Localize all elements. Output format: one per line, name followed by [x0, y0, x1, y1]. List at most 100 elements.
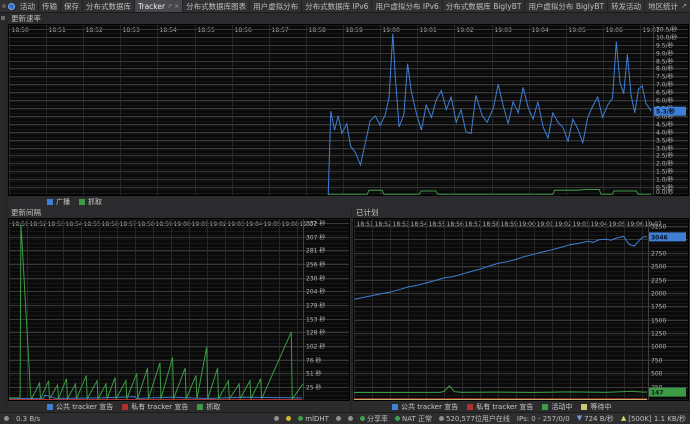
legend-label: 私有 tracker 宣告 — [476, 402, 533, 412]
panel-title-scheduled: 已计划 — [352, 207, 690, 218]
legend-label: 活动中 — [551, 402, 572, 412]
svg-text:19:03: 19:03 — [228, 221, 245, 228]
status-dot-icon — [395, 416, 400, 421]
status-item-up-speed[interactable]: ▲[500K] 1.1 KB/秒 — [621, 414, 686, 424]
tab-1[interactable]: 传输 — [39, 0, 61, 12]
interval-series-public-tracker-announces — [9, 395, 302, 398]
status-item-down-speed[interactable]: ▼724 B/秒 — [577, 414, 614, 424]
svg-text:9.5/秒: 9.5/秒 — [656, 42, 674, 50]
interval-legend-item: 私有 tracker 宣告 — [122, 402, 188, 412]
svg-text:1500: 1500 — [651, 318, 666, 325]
status-bar: 0.3 B/s mlDHT 分享率 NAT 正常 520,577位用户在线 IPs: 0… — [0, 412, 690, 424]
scheduled-legend-item: 公共 tracker 宣告 — [392, 402, 458, 412]
svg-text:204 秒: 204 秒 — [306, 288, 325, 296]
tab-4-active[interactable]: Tracker↗× — [135, 0, 183, 12]
interval-legend-item: 公共 tracker 宣告 — [47, 402, 113, 412]
legend-label: 私有 tracker 宣告 — [131, 402, 188, 412]
svg-text:18:55: 18:55 — [198, 27, 215, 34]
svg-text:18:51: 18:51 — [12, 221, 29, 228]
svg-text:18:59: 18:59 — [346, 27, 363, 34]
warning-icon — [286, 416, 291, 421]
scheduled-legend-item: 等待中 — [581, 402, 611, 412]
tab-label: 用户虚拟分布 IPv6 — [375, 1, 438, 12]
tab-2[interactable]: 保存 — [61, 0, 83, 12]
tab-5[interactable]: 分布式数据库图表 — [183, 0, 250, 12]
panel-scheduled: 已计划 18:5118:5218:5318:5418:5518:5618:571… — [352, 207, 690, 412]
tab-label: 用户虚拟分布 — [253, 1, 298, 12]
status-item-ip-count[interactable]: IPs: 0 - 257/0/0 — [517, 415, 570, 423]
tab-7[interactable]: 分布式数据库 IPv6 — [302, 0, 372, 12]
tab-popout-icon[interactable]: ↗ — [167, 3, 172, 10]
rail-handle-icon[interactable] — [1, 16, 5, 20]
svg-text:19:06: 19:06 — [282, 221, 299, 228]
svg-text:750: 750 — [651, 358, 663, 365]
tab-label: 活动 — [20, 1, 35, 12]
svg-text:5.3/秒: 5.3/秒 — [656, 108, 675, 116]
legend-color-swatch — [47, 404, 53, 410]
status-item-online-users[interactable]: 520,577位用户在线 — [439, 414, 510, 424]
tab-6[interactable]: 用户虚拟分布 — [250, 0, 302, 12]
svg-text:18:59: 18:59 — [156, 221, 173, 228]
svg-text:8.5/秒: 8.5/秒 — [656, 58, 674, 66]
main-area: 更新速率 18:5018:5118:5218:5318:5418:5518:56… — [0, 13, 690, 412]
scheduled-legend-item: 私有 tracker 宣告 — [467, 402, 533, 412]
interval-chart-canvas: 18:5118:5218:5318:5418:5518:5618:5718:58… — [9, 219, 349, 400]
status-item-swarm-status[interactable] — [348, 416, 353, 421]
arrows-icon — [348, 416, 353, 421]
status-item-share-ratio[interactable]: 分享率 — [360, 414, 388, 424]
detach-view-icon[interactable]: ↗ — [681, 2, 687, 10]
svg-text:19:05: 19:05 — [264, 221, 281, 228]
status-item-nat-status[interactable]: NAT 正常 — [395, 414, 432, 424]
legend-color-swatch — [122, 404, 128, 410]
tab-10[interactable]: 用户虚拟分布 BiglyBT — [525, 0, 608, 12]
svg-text:153 秒: 153 秒 — [306, 316, 325, 324]
tab-0[interactable]: 活动 — [17, 0, 39, 12]
app-logo-icon — [8, 3, 15, 10]
status-item-label: [500K] 1.1 KB/秒 — [628, 414, 686, 424]
tab-label: 保存 — [64, 1, 79, 12]
legend-color-swatch — [197, 404, 203, 410]
status-item-alerts[interactable] — [274, 416, 279, 421]
tab-12[interactable]: 地区统计 — [645, 0, 678, 12]
tab-9[interactable]: 分布式数据库 BiglyBT — [443, 0, 526, 12]
tab-close-icon[interactable]: × — [174, 3, 179, 10]
svg-text:307 秒: 307 秒 — [306, 234, 325, 242]
scheduled-chart: 18:5118:5218:5318:5418:5518:5618:5718:58… — [353, 218, 689, 401]
status-left: 0.3 B/s — [4, 415, 40, 423]
dht-plug-icon — [298, 416, 303, 421]
status-item-ip-status[interactable] — [336, 416, 341, 421]
svg-text:19:01: 19:01 — [420, 27, 437, 34]
tab-label: 用户虚拟分布 BiglyBT — [528, 1, 604, 12]
tab-8[interactable]: 用户虚拟分布 IPv6 — [372, 0, 442, 12]
svg-text:19:02: 19:02 — [457, 27, 474, 34]
status-item-dht-status[interactable]: mlDHT — [298, 415, 329, 423]
svg-text:500: 500 — [651, 371, 663, 378]
status-dot-icon — [360, 416, 365, 421]
svg-text:18:54: 18:54 — [160, 27, 177, 34]
scheduled-legend: 公共 tracker 宣告 私有 tracker 宣告 活动中等待中 — [352, 401, 690, 412]
tab-11[interactable]: 转发活动 — [608, 0, 645, 12]
tab-label: 分布式数据库 IPv6 — [305, 1, 368, 12]
svg-text:18:54: 18:54 — [66, 221, 83, 228]
tab-3[interactable]: 分布式数据库 — [83, 0, 135, 12]
legend-color-swatch — [542, 404, 548, 410]
update-rate-chart: 18:5018:5118:5218:5318:5418:5518:5618:57… — [8, 24, 689, 196]
tab-label: 分布式数据库图表 — [186, 1, 246, 12]
tab-label: 分布式数据库 — [86, 1, 131, 12]
sidebar-toggle-icon[interactable] — [2, 4, 6, 8]
svg-text:18:52: 18:52 — [86, 27, 103, 34]
svg-text:230 秒: 230 秒 — [306, 275, 325, 283]
legend-color-swatch — [581, 404, 587, 410]
interval-legend-item: 抓取 — [197, 402, 220, 412]
legend-color-swatch — [47, 199, 53, 205]
svg-text:18:58: 18:58 — [309, 27, 326, 34]
status-item-warnings[interactable] — [286, 416, 291, 421]
rate-legend-item: 广播 — [47, 197, 70, 207]
svg-text:4.5/秒: 4.5/秒 — [656, 121, 674, 129]
rate-series-announces — [328, 34, 651, 195]
svg-text:3.5/秒: 3.5/秒 — [656, 137, 674, 145]
legend-label: 抓取 — [88, 197, 102, 207]
svg-text:147: 147 — [651, 390, 664, 397]
down-arrow-icon: ▼ — [577, 415, 582, 422]
svg-text:2.5/秒: 2.5/秒 — [656, 152, 674, 160]
